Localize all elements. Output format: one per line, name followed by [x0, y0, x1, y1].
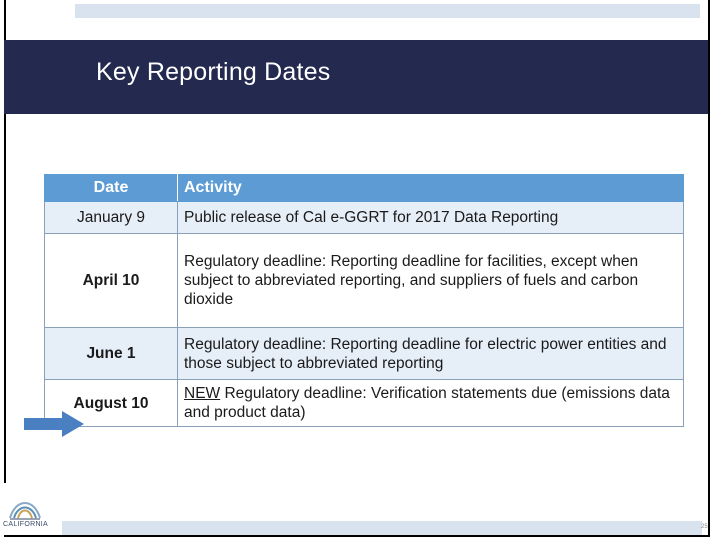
table-row: April 10 Regulatory deadline: Reporting … [44, 233, 684, 328]
date-cell: April 10 [44, 233, 178, 328]
reporting-dates-table: Date Activity January 9 Public release o… [44, 174, 684, 427]
header-activity: Activity [177, 174, 684, 202]
logo-text: CALIFORNIA [3, 521, 49, 528]
table-row: January 9 Public release of Cal e-GGRT f… [44, 201, 684, 234]
table-row: August 10 NEW Regulatory deadline: Verif… [44, 379, 684, 427]
activity-cell: NEW Regulatory deadline: Verification st… [177, 379, 684, 427]
new-tag: NEW [184, 385, 221, 402]
bottom-accent-bar [62, 521, 702, 535]
top-accent-bar [75, 4, 700, 18]
page-number: 25 [701, 524, 708, 530]
activity-cell: Regulatory deadline: Reporting deadline … [177, 327, 684, 380]
right-arrow-icon [24, 411, 84, 437]
activity-cell: Regulatory deadline: Reporting deadline … [177, 233, 684, 328]
activity-text: Regulatory deadline: Verification statem… [184, 385, 670, 421]
table-header-row: Date Activity [44, 174, 684, 202]
air-resources-board-logo-icon [9, 502, 41, 520]
activity-cell: Public release of Cal e-GGRT for 2017 Da… [177, 201, 684, 234]
date-cell: January 9 [44, 201, 178, 234]
date-cell: June 1 [44, 327, 178, 380]
slide-title: Key Reporting Dates [96, 58, 331, 86]
table-row: June 1 Regulatory deadline: Reporting de… [44, 327, 684, 380]
header-date: Date [44, 174, 178, 202]
